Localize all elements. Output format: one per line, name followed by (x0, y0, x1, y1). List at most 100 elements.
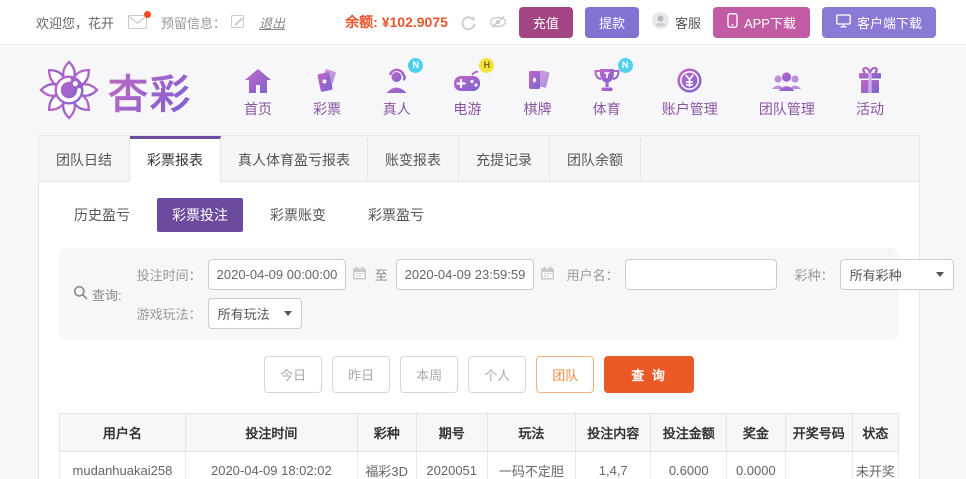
topbar: 欢迎您，花开 预留信息： 退出 余额: ¥102.9075 充值 提款 客服 A… (0, 0, 966, 45)
report-card: 团队日结 彩票报表 真人体育盈亏报表 账变报表 充提记录 团队余额 历史盈亏 彩… (38, 135, 954, 479)
withdraw-button[interactable]: 提款 (584, 6, 639, 38)
col-lottery: 彩种 (356, 413, 417, 452)
col-issue: 期号 (415, 413, 488, 452)
lottery-type-select[interactable]: 所有彩种 (839, 259, 954, 290)
nav-item-egame[interactable]: H 电游 (452, 57, 495, 119)
tab-team-balance[interactable]: 团队余额 (550, 136, 641, 181)
cell-bet-time: 2020-04-09 18:02:02 (184, 451, 358, 479)
col-content: 投注内容 (574, 413, 652, 452)
new-badge: N (408, 57, 424, 73)
subtab-lottery-bets[interactable]: 彩票投注 (157, 198, 243, 232)
headset-icon (651, 11, 670, 33)
cell-draw-numbers (784, 451, 853, 479)
tab-deposit-withdraw-records[interactable]: 充提记录 (459, 136, 550, 181)
query-panel: 查询: 投注时间： 至 用户名： 彩种： 所有彩种 (59, 248, 954, 340)
live-dealer-icon: N (382, 57, 424, 94)
notification-dot (144, 11, 152, 18)
nav-item-lottery[interactable]: 彩票 (313, 64, 341, 119)
monitor-icon (836, 13, 851, 31)
refresh-icon[interactable] (460, 14, 477, 31)
nav-item-home[interactable]: 首页 (244, 64, 272, 119)
game-play-select[interactable]: 所有玩法 (207, 298, 302, 329)
client-download-button[interactable]: 客户端下载 (821, 6, 936, 38)
account-coin-icon (676, 64, 703, 94)
nav-item-activity[interactable]: 活动 (856, 64, 884, 119)
sub-tabbar: 历史盈亏 彩票投注 彩票账变 彩票盈亏 (39, 182, 919, 244)
cards-icon (525, 64, 551, 94)
personal-button[interactable]: 个人 (468, 356, 527, 393)
nav-item-live[interactable]: N 真人 (382, 57, 424, 119)
gift-icon (857, 64, 883, 94)
col-draw-numbers: 开奖号码 (784, 413, 853, 452)
nav-label: 首页 (244, 100, 272, 117)
query-caption-label: 查询: (92, 287, 122, 303)
cell-amount: 0.6000 (650, 451, 727, 479)
customer-service-link[interactable]: 客服 (651, 11, 701, 33)
bets-table: 用户名 投注时间 彩种 期号 玩法 投注内容 投注金额 奖金 开奖号码 状态 m… (59, 413, 900, 479)
reserved-info-label: 预留信息： (161, 15, 227, 31)
nav-label: 活动 (856, 100, 884, 117)
nav-label: 团队管理 (758, 100, 815, 117)
lottery-type-value: 所有彩种 (849, 268, 902, 283)
phone-icon (727, 13, 738, 31)
nav-item-sports[interactable]: N 体育 (592, 57, 633, 119)
welcome-text: 欢迎您，花开 (36, 15, 115, 31)
home-icon (244, 64, 272, 94)
search-button[interactable]: 查 询 (604, 356, 694, 393)
team-button[interactable]: 团队 (536, 356, 595, 393)
quick-filter-row: 今日 昨日 本周 个人 团队 查 询 (39, 356, 919, 393)
tab-account-change-report[interactable]: 账变报表 (368, 136, 459, 181)
tab-team-daily[interactable]: 团队日结 (39, 136, 130, 181)
brand-logo[interactable]: 杏彩 (38, 59, 192, 124)
service-label: 客服 (674, 15, 701, 31)
nav-label: 真人 (382, 100, 411, 117)
main-nav: 首页 彩票 N 真人 H 电游 棋牌 N 体育 账户管理 团队管理 活动 (244, 57, 884, 119)
nav-label: 体育 (592, 100, 621, 117)
gamepad-icon: H (452, 57, 495, 94)
col-play: 玩法 (486, 413, 576, 452)
nav-item-cards[interactable]: 棋牌 (524, 64, 552, 119)
today-button[interactable]: 今日 (264, 356, 323, 393)
cell-prize: 0.0000 (725, 451, 786, 479)
nav-label: 棋牌 (523, 100, 552, 117)
header: 杏彩 首页 彩票 N 真人 H 电游 棋牌 N 体育 账户管理 团队管理 活动 (0, 45, 966, 135)
username-input[interactable] (624, 259, 777, 290)
hide-balance-icon[interactable] (489, 15, 507, 29)
recharge-button[interactable]: 充值 (518, 6, 573, 38)
nav-label: 彩票 (313, 100, 342, 117)
trophy-icon: N (593, 57, 633, 94)
tab-live-sports-report[interactable]: 真人体育盈亏报表 (221, 136, 368, 181)
cell-content: 1,4,7 (574, 451, 652, 479)
calendar-icon[interactable] (540, 266, 555, 283)
username-label: 用户名： (566, 268, 619, 283)
app-download-label: APP下载 (743, 15, 796, 31)
bet-time-to-input[interactable] (395, 259, 534, 290)
edit-icon[interactable] (231, 14, 245, 31)
cell-lottery: 福彩3D (356, 451, 417, 479)
lottery-ticket-icon (313, 64, 341, 94)
yesterday-button[interactable]: 昨日 (332, 356, 391, 393)
nav-label: 电游 (453, 100, 482, 117)
tab-lottery-report[interactable]: 彩票报表 (130, 136, 221, 182)
app-download-button[interactable]: APP下载 (712, 6, 810, 38)
chevron-down-icon (935, 272, 944, 277)
subtab-lottery-account-change[interactable]: 彩票账变 (255, 198, 341, 232)
cell-status: 未开奖 (851, 451, 900, 479)
subtab-history-profit[interactable]: 历史盈亏 (59, 198, 145, 232)
nav-item-account[interactable]: 账户管理 (662, 64, 718, 119)
mail-icon[interactable] (128, 11, 152, 29)
calendar-icon[interactable] (352, 266, 367, 283)
chevron-down-icon (283, 311, 292, 316)
this-week-button[interactable]: 本周 (400, 356, 459, 393)
balance-value: ¥102.9075 (381, 14, 448, 30)
bet-time-label: 投注时间： (136, 268, 202, 283)
logout-link[interactable]: 退出 (259, 13, 285, 32)
brand-name: 杏彩 (108, 62, 192, 120)
cell-play: 一码不定胆 (486, 451, 576, 479)
query-caption: 查询: (73, 285, 122, 304)
bet-time-from-input[interactable] (207, 259, 346, 290)
subtab-lottery-profit[interactable]: 彩票盈亏 (353, 198, 439, 232)
game-play-value: 所有玩法 (217, 307, 270, 322)
nav-item-team[interactable]: 团队管理 (759, 64, 815, 119)
new-badge: N (617, 57, 633, 73)
